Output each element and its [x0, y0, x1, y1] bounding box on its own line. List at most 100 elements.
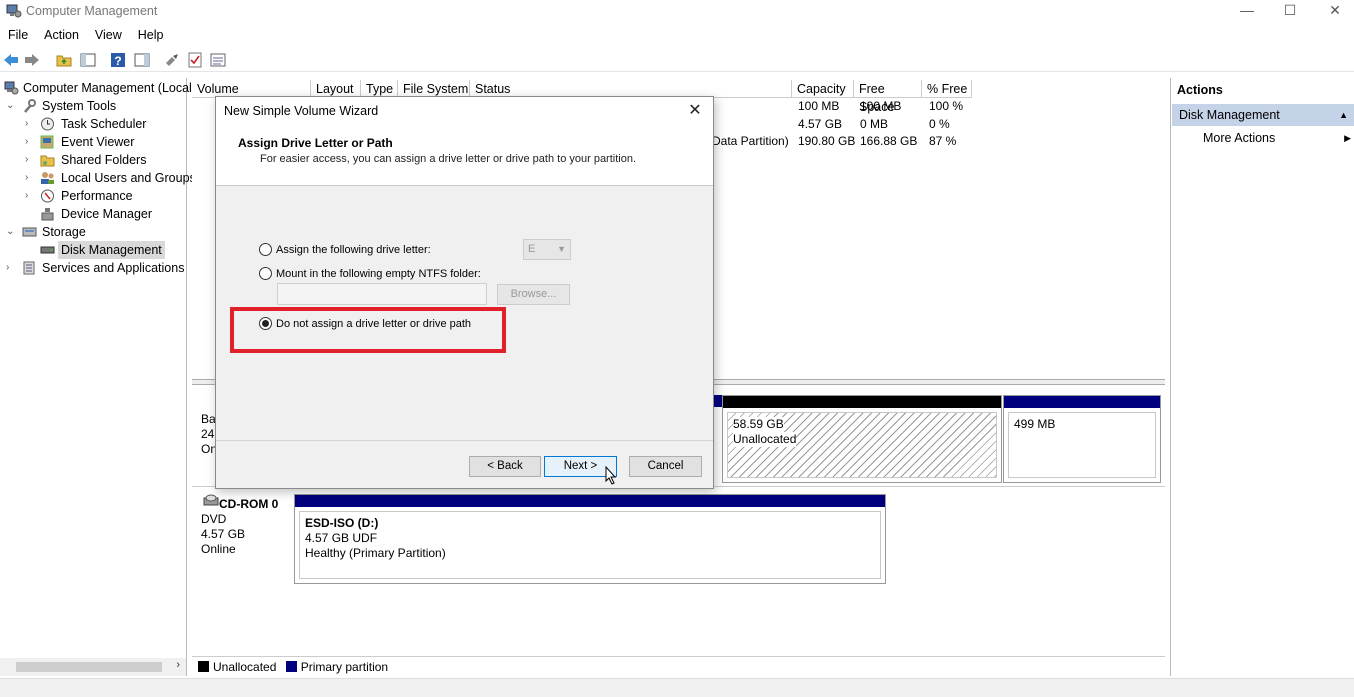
chevron-right-icon[interactable]: › [25, 187, 35, 205]
capacity-cell: 190.80 GB [798, 134, 856, 148]
option-label: Assign the following drive letter: [276, 244, 431, 256]
chevron-right-icon[interactable]: › [25, 151, 35, 169]
volume-status: Healthy (Primary Partition) [305, 546, 446, 560]
chevron-right-icon[interactable]: › [25, 115, 35, 133]
tree-item-disk-management[interactable]: Disk Management [0, 241, 187, 259]
tree-item-device-manager[interactable]: Device Manager [0, 205, 187, 223]
list-view-icon[interactable] [209, 51, 227, 69]
radio-assign-letter[interactable] [259, 243, 272, 256]
tree-item-shared-folders[interactable]: › Shared Folders [0, 151, 187, 169]
free-space-cell: 0 MB [860, 117, 889, 131]
menu-bar: File Action View Help [0, 26, 172, 46]
chevron-down-icon[interactable]: ⌄ [6, 223, 16, 241]
scrollbar-thumb[interactable] [16, 662, 162, 672]
checklist-icon[interactable] [186, 51, 204, 69]
status-cell: Data Partition) [712, 134, 789, 148]
tree-label: Storage [42, 225, 86, 239]
collapse-up-icon[interactable]: ▲ [1339, 104, 1348, 126]
tree-label: Event Viewer [61, 135, 135, 149]
unallocated-size: 58.59 GB [733, 417, 784, 432]
column-header-free-space[interactable]: Free Space [854, 80, 922, 114]
free-space-cell: 100 MB [860, 99, 902, 113]
folder-path-input[interactable] [277, 283, 487, 305]
chevron-right-icon[interactable]: › [6, 259, 16, 277]
percent-free-cell: 100 % [929, 99, 964, 113]
shared-folder-icon [40, 155, 55, 167]
window-title: Computer Management [26, 4, 158, 18]
unallocated-label: Unallocated [733, 432, 797, 447]
chevron-down-icon[interactable]: ⌄ [6, 97, 16, 115]
connect-icon[interactable] [163, 51, 181, 69]
tree-horizontal-scrollbar[interactable]: › [0, 658, 186, 676]
show-hide-tree-icon[interactable] [79, 51, 97, 69]
dialog-close-button[interactable]: ✕ [685, 101, 705, 121]
tree-item-event-viewer[interactable]: › Event Viewer [0, 133, 187, 151]
event-viewer-icon [40, 135, 54, 149]
tree-item-storage[interactable]: ⌄ Storage [0, 223, 187, 241]
properties-view-icon[interactable] [133, 51, 151, 69]
more-actions-item[interactable]: More Actions ▶ [1203, 129, 1353, 147]
option-assign-drive-letter[interactable]: Assign the following drive letter: [259, 242, 431, 258]
cdrom-label: CD-ROM 0 DVD 4.57 GB Online [201, 497, 278, 557]
tree-label: Services and Applications [42, 261, 185, 275]
chevron-right-icon[interactable]: › [25, 133, 35, 151]
cdrom-name: CD-ROM 0 [219, 497, 279, 511]
clock-icon [41, 117, 54, 131]
wizard-heading: Assign Drive Letter or Path [238, 136, 393, 150]
tree-item-performance[interactable]: › Performance [0, 187, 187, 205]
cdrom-type: DVD [201, 512, 227, 526]
actions-section-label: Disk Management [1179, 108, 1280, 122]
tree-item-local-users[interactable]: › Local Users and Groups [0, 169, 196, 187]
option-mount-folder[interactable]: Mount in the following empty NTFS folder… [259, 266, 481, 282]
up-folder-icon[interactable] [55, 51, 73, 69]
primary-bar [295, 495, 885, 507]
esd-iso-partition[interactable]: ESD-ISO (D:) 4.57 GB UDF Healthy (Primar… [294, 494, 886, 584]
more-actions-label: More Actions [1203, 131, 1276, 145]
percent-free-cell: 87 % [929, 134, 957, 148]
partition-size: 499 MB [1014, 417, 1056, 431]
unallocated-partition[interactable]: 58.59 GB Unallocated [722, 395, 1002, 483]
submenu-arrow-icon: ▶ [1344, 133, 1351, 143]
help-icon[interactable]: ? [109, 51, 127, 69]
close-button[interactable]: ✕ [1312, 0, 1354, 22]
menu-help[interactable]: Help [130, 26, 172, 46]
back-button[interactable]: < Back [469, 456, 541, 477]
minimize-button[interactable]: — [1224, 0, 1270, 22]
red-highlight-box [230, 307, 506, 353]
tree-label: System Tools [42, 99, 117, 113]
legend: Unallocated Primary partition [192, 656, 1165, 676]
capacity-cell: 4.57 GB [798, 117, 843, 131]
cancel-button[interactable]: Cancel [629, 456, 702, 477]
column-header-percent-free[interactable]: % Free [922, 80, 972, 98]
scroll-right-icon[interactable]: › [176, 659, 180, 671]
back-arrow-icon[interactable] [2, 51, 20, 69]
users-icon [41, 172, 54, 184]
tree-item-task-scheduler[interactable]: › Task Scheduler [0, 115, 187, 133]
tree-label: Local Users and Groups [61, 171, 196, 185]
tree-item-computer-management[interactable]: Computer Management (Local [0, 79, 192, 97]
chevron-right-icon[interactable]: › [25, 169, 35, 187]
volume-name: ESD-ISO (D:) [305, 516, 379, 530]
radio-mount-folder[interactable] [259, 267, 272, 280]
recovery-block: 499 MB [1008, 412, 1156, 478]
tools-icon [24, 99, 36, 113]
menu-file[interactable]: File [0, 26, 36, 46]
recovery-partition[interactable]: 499 MB [1003, 395, 1161, 483]
menu-action[interactable]: Action [36, 26, 87, 46]
svg-text:?: ? [114, 54, 121, 68]
capacity-cell: 100 MB [798, 99, 840, 113]
actions-section-disk-management[interactable]: Disk Management ▲ [1172, 104, 1354, 126]
forward-arrow-icon[interactable] [23, 51, 41, 69]
unallocated-block: 58.59 GB Unallocated [727, 412, 997, 478]
tree-item-system-tools[interactable]: ⌄ System Tools [0, 97, 187, 115]
drive-letter-select[interactable]: E ▼ [523, 239, 571, 260]
legend-unallocated: Unallocated [213, 660, 277, 674]
drive-letter-value: E [528, 243, 536, 255]
maximize-button[interactable]: ☐ [1267, 0, 1313, 22]
browse-button[interactable]: Browse... [497, 284, 570, 305]
menu-view[interactable]: View [87, 26, 130, 46]
option-label: Mount in the following empty NTFS folder… [276, 268, 481, 280]
column-header-capacity[interactable]: Capacity [792, 80, 854, 98]
tree-item-services-and-applications[interactable]: › Services and Applications [0, 259, 187, 277]
cdrom-status: Online [201, 542, 236, 556]
